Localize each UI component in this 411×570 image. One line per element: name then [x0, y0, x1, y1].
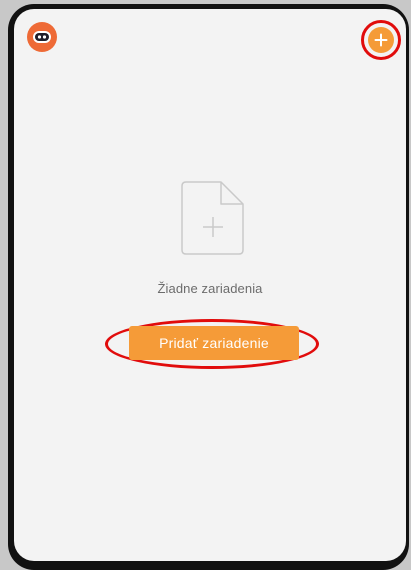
app-screen: Žiadne zariadenia Pridať zariadenie [14, 9, 406, 561]
top-bar [14, 9, 406, 61]
add-device-highlight [361, 20, 401, 60]
robot-avatar-icon[interactable] [27, 22, 57, 52]
plus-circle-icon[interactable] [368, 27, 394, 53]
empty-state-message: Žiadne zariadenia [157, 281, 263, 296]
add-device-button[interactable]: Pridať zariadenie [129, 326, 299, 360]
empty-state: Žiadne zariadenia Pridať zariadenie [14, 180, 406, 380]
add-document-icon [181, 181, 244, 255]
